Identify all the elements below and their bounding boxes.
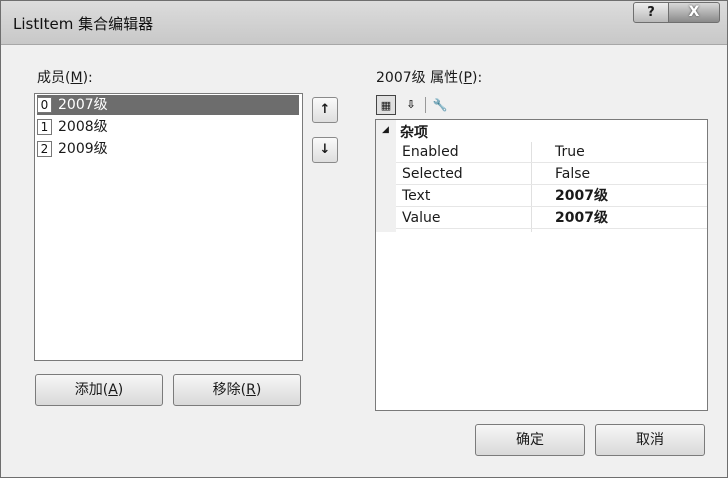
- members-label: 成员(M):: [37, 70, 93, 86]
- move-down-button[interactable]: ↓: [312, 137, 338, 163]
- categorized-icon[interactable]: ▦: [376, 95, 396, 115]
- help-icon: ?: [647, 5, 655, 20]
- collection-editor-dialog: ListItem 集合编辑器 ? X 成员(M): 0 2007级 1 2008…: [0, 0, 728, 478]
- members-list[interactable]: 0 2007级 1 2008级 2 2009级: [34, 93, 303, 361]
- alphabetical-sort-icon[interactable]: ⇩: [401, 95, 421, 115]
- list-item-label: 2007级: [58, 97, 108, 113]
- move-up-button[interactable]: ↑: [312, 97, 338, 123]
- property-value[interactable]: 2007级: [555, 186, 608, 207]
- category-label: 杂项: [400, 125, 428, 141]
- window-title: ListItem 集合编辑器: [13, 15, 154, 33]
- category-row[interactable]: ◢ 杂项: [376, 121, 707, 142]
- list-item-label: 2008级: [58, 119, 108, 135]
- property-row[interactable]: Enabled True: [396, 142, 707, 163]
- property-row[interactable]: Value 2007级: [396, 208, 707, 229]
- list-item[interactable]: 0 2007级: [37, 95, 299, 115]
- list-item[interactable]: 1 2008级: [37, 117, 299, 137]
- close-button[interactable]: X: [668, 2, 720, 23]
- ok-button[interactable]: 确定: [475, 424, 585, 456]
- list-item[interactable]: 2 2009级: [37, 139, 299, 159]
- close-icon: X: [688, 4, 700, 20]
- property-name: Text: [402, 188, 431, 204]
- property-name: Enabled: [402, 144, 459, 160]
- list-item-index: 0: [37, 97, 52, 113]
- list-item-index: 1: [37, 119, 52, 135]
- property-row[interactable]: Selected False: [396, 164, 707, 185]
- cancel-button[interactable]: 取消: [595, 424, 705, 456]
- toolbar-separator: [425, 97, 426, 113]
- arrow-up-icon: ↑: [319, 102, 331, 117]
- title-bar: ListItem 集合编辑器 ? X: [1, 1, 727, 45]
- property-value[interactable]: 2007级: [555, 208, 608, 229]
- property-name: Value: [402, 210, 441, 226]
- properties-label: 2007级 属性(P):: [376, 70, 483, 86]
- add-button[interactable]: 添加(A): [35, 374, 163, 406]
- help-button[interactable]: ?: [633, 2, 669, 23]
- remove-button[interactable]: 移除(R): [173, 374, 301, 406]
- property-grid[interactable]: ◢ 杂项 Enabled True Selected False Text 20…: [375, 119, 708, 411]
- arrow-down-icon: ↓: [319, 142, 331, 157]
- property-name: Selected: [402, 166, 463, 182]
- property-grid-toolbar: ▦ ⇩ 🔧: [376, 95, 576, 115]
- property-value[interactable]: True: [555, 142, 585, 163]
- list-item-index: 2: [37, 141, 52, 157]
- collapse-icon[interactable]: ◢: [382, 125, 389, 135]
- property-value[interactable]: False: [555, 164, 590, 185]
- wrench-icon[interactable]: 🔧: [430, 95, 450, 115]
- property-row[interactable]: Text 2007级: [396, 186, 707, 207]
- list-item-label: 2009级: [58, 141, 108, 157]
